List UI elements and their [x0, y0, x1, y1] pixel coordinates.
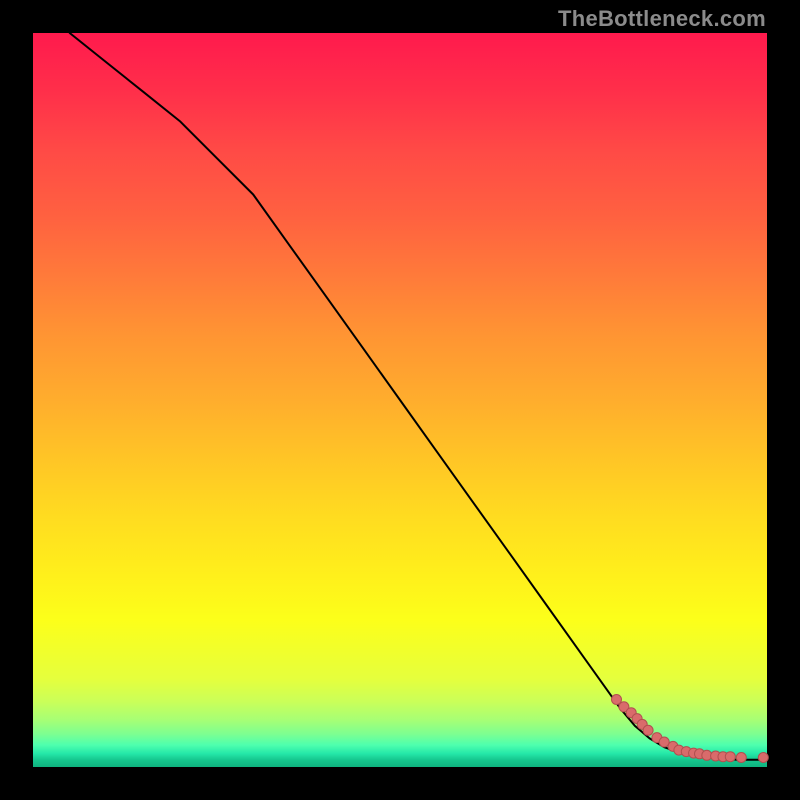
watermark-text: TheBottleneck.com — [558, 6, 766, 32]
data-point — [643, 725, 653, 735]
scatter-dots — [612, 695, 769, 763]
chart-overlay — [33, 33, 767, 767]
data-point — [736, 753, 746, 763]
chart-frame: TheBottleneck.com — [0, 0, 800, 800]
data-point — [725, 752, 735, 762]
bottleneck-curve — [70, 33, 767, 760]
data-point — [758, 753, 768, 763]
